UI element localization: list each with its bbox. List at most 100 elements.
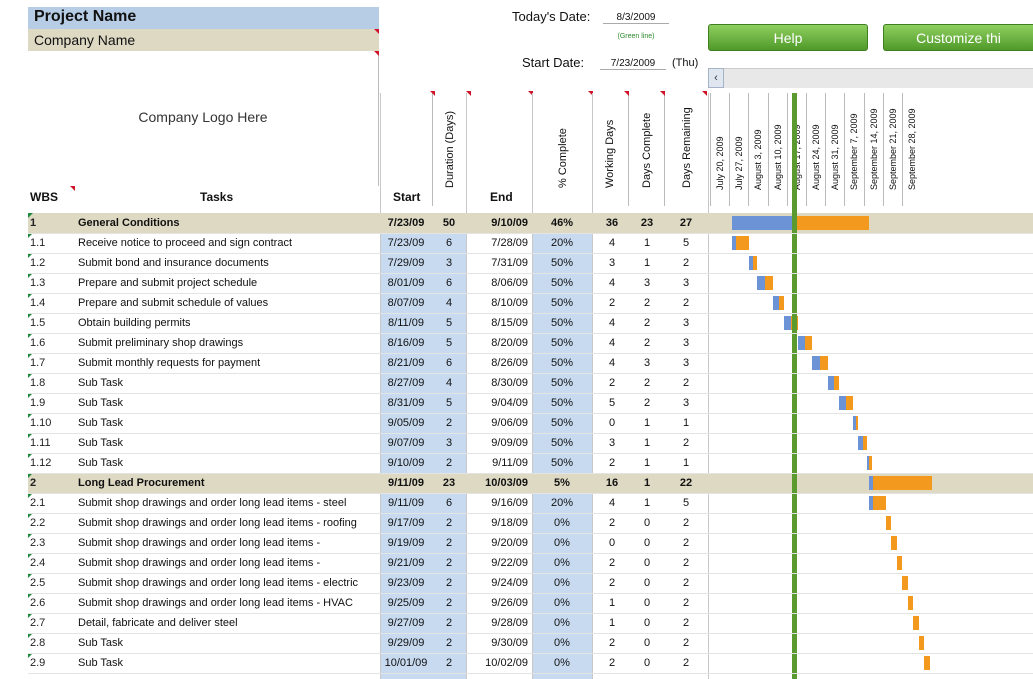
end-cell[interactable]: 9/28/09 — [480, 613, 532, 633]
pct-complete-cell[interactable]: 50% — [532, 393, 592, 413]
days-complete-cell[interactable]: 0 — [630, 533, 664, 553]
duration-cell[interactable]: 4 — [432, 373, 466, 393]
days-complete-cell[interactable]: 0 — [630, 513, 664, 533]
working-days-cell[interactable]: 4 — [596, 233, 628, 253]
wbs-cell[interactable]: 1.1 — [30, 233, 74, 253]
duration-cell[interactable]: 5 — [432, 313, 466, 333]
pct-complete-cell[interactable]: 0% — [532, 633, 592, 653]
pct-complete-cell[interactable]: 50% — [532, 333, 592, 353]
task-name[interactable]: Submit bond and insurance documents — [78, 253, 378, 273]
wbs-cell[interactable]: 2 — [30, 473, 74, 493]
days-complete-cell[interactable]: 0 — [630, 593, 664, 613]
working-days-cell[interactable]: 2 — [596, 293, 628, 313]
task-name[interactable]: Submit shop drawings and order long lead… — [78, 533, 378, 553]
task-name[interactable]: General Conditions — [78, 213, 378, 233]
start-cell[interactable]: 9/29/09 — [380, 633, 432, 653]
timeline-scroll-area[interactable] — [708, 68, 1033, 88]
end-cell[interactable]: 8/26/09 — [480, 353, 532, 373]
pct-complete-cell[interactable]: 50% — [532, 433, 592, 453]
days-remaining-cell[interactable]: 27 — [666, 213, 706, 233]
end-cell[interactable]: 8/10/09 — [480, 293, 532, 313]
days-complete-cell[interactable]: 2 — [630, 333, 664, 353]
task-name[interactable]: Prepare and submit schedule of values — [78, 293, 378, 313]
wbs-cell[interactable]: 1 — [30, 213, 74, 233]
task-name[interactable]: Obtain building permits — [78, 313, 378, 333]
working-days-cell[interactable]: 2 — [596, 453, 628, 473]
days-complete-cell[interactable]: 0 — [630, 553, 664, 573]
duration-cell[interactable]: 2 — [432, 633, 466, 653]
task-name[interactable]: Sub Task — [78, 453, 378, 473]
start-cell[interactable]: 7/23/09 — [380, 213, 432, 233]
working-days-cell[interactable]: 5 — [596, 393, 628, 413]
days-complete-cell[interactable]: 0 — [630, 573, 664, 593]
working-days-cell[interactable]: 2 — [596, 553, 628, 573]
days-remaining-cell[interactable]: 2 — [666, 433, 706, 453]
days-complete-cell[interactable]: 23 — [630, 213, 664, 233]
working-days-cell[interactable]: 3 — [596, 253, 628, 273]
wbs-cell[interactable]: 1.11 — [30, 433, 74, 453]
wbs-cell[interactable]: 2.9 — [30, 653, 74, 673]
end-cell[interactable]: 9/22/09 — [480, 553, 532, 573]
wbs-cell[interactable]: 1.6 — [30, 333, 74, 353]
days-remaining-cell[interactable]: 3 — [666, 333, 706, 353]
pct-complete-cell[interactable]: 0% — [532, 613, 592, 633]
task-name[interactable]: Sub Task — [78, 413, 378, 433]
duration-cell[interactable]: 6 — [432, 233, 466, 253]
days-remaining-cell[interactable]: 1 — [666, 453, 706, 473]
wbs-cell[interactable]: 1.8 — [30, 373, 74, 393]
chevron-left-icon[interactable]: ‹ — [708, 68, 724, 88]
pct-complete-cell[interactable]: 0% — [532, 553, 592, 573]
days-complete-cell[interactable]: 2 — [630, 393, 664, 413]
working-days-cell[interactable]: 0 — [596, 413, 628, 433]
days-complete-cell[interactable]: 1 — [630, 413, 664, 433]
duration-cell[interactable]: 3 — [432, 253, 466, 273]
duration-cell[interactable]: 2 — [432, 613, 466, 633]
working-days-cell[interactable]: 4 — [596, 333, 628, 353]
task-name[interactable]: Sub Task — [78, 393, 378, 413]
days-complete-cell[interactable]: 2 — [630, 373, 664, 393]
wbs-cell[interactable]: 1.5 — [30, 313, 74, 333]
duration-cell[interactable]: 6 — [432, 273, 466, 293]
end-cell[interactable]: 9/20/09 — [480, 533, 532, 553]
end-cell[interactable]: 9/11/09 — [480, 453, 532, 473]
end-cell[interactable]: 9/26/09 — [480, 593, 532, 613]
days-remaining-cell[interactable]: 3 — [666, 313, 706, 333]
working-days-cell[interactable]: 4 — [596, 313, 628, 333]
wbs-cell[interactable]: 2.7 — [30, 613, 74, 633]
end-cell[interactable]: 8/15/09 — [480, 313, 532, 333]
task-name[interactable]: Receive notice to proceed and sign contr… — [78, 233, 378, 253]
wbs-cell[interactable]: 1.2 — [30, 253, 74, 273]
end-cell[interactable]: 8/20/09 — [480, 333, 532, 353]
days-remaining-cell[interactable]: 5 — [666, 233, 706, 253]
end-cell[interactable]: 8/30/09 — [480, 373, 532, 393]
wbs-cell[interactable]: 1.10 — [30, 413, 74, 433]
pct-complete-cell[interactable]: 50% — [532, 253, 592, 273]
days-remaining-cell[interactable]: 5 — [666, 493, 706, 513]
pct-complete-cell[interactable]: 0% — [532, 533, 592, 553]
todays-date-value[interactable]: 8/3/2009 — [603, 12, 669, 24]
days-complete-cell[interactable]: 0 — [630, 633, 664, 653]
end-cell[interactable]: 7/31/09 — [480, 253, 532, 273]
duration-cell[interactable]: 5 — [432, 333, 466, 353]
days-remaining-cell[interactable]: 2 — [666, 533, 706, 553]
company-name[interactable]: Company Name — [28, 29, 379, 51]
pct-complete-cell[interactable]: 0% — [532, 593, 592, 613]
start-date-input[interactable]: 7/23/2009 — [600, 58, 666, 70]
days-remaining-cell[interactable]: 2 — [666, 293, 706, 313]
start-cell[interactable]: 9/23/09 — [380, 573, 432, 593]
working-days-cell[interactable]: 4 — [596, 493, 628, 513]
pct-complete-cell[interactable]: 50% — [532, 293, 592, 313]
project-name[interactable]: Project Name — [28, 7, 379, 29]
working-days-cell[interactable]: 2 — [596, 373, 628, 393]
end-cell[interactable]: 10/02/09 — [480, 653, 532, 673]
days-complete-cell[interactable]: 0 — [630, 653, 664, 673]
start-cell[interactable]: 8/27/09 — [380, 373, 432, 393]
working-days-cell[interactable]: 36 — [596, 213, 628, 233]
working-days-cell[interactable]: 16 — [596, 473, 628, 493]
days-complete-cell[interactable]: 1 — [630, 233, 664, 253]
task-name[interactable]: Submit preliminary shop drawings — [78, 333, 378, 353]
pct-complete-cell[interactable]: 50% — [532, 273, 592, 293]
days-remaining-cell[interactable]: 2 — [666, 573, 706, 593]
pct-complete-cell[interactable]: 50% — [532, 353, 592, 373]
wbs-cell[interactable]: 1.9 — [30, 393, 74, 413]
